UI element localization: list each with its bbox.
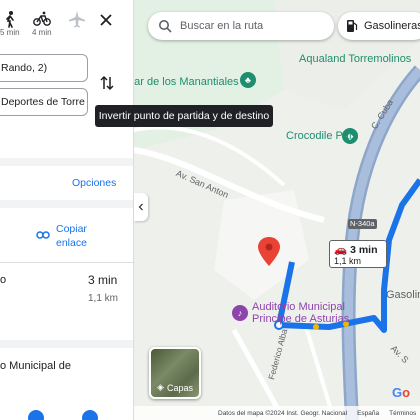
swap-icon[interactable]: [100, 75, 114, 91]
label-auditorio-1[interactable]: Auditorio Municipal: [252, 302, 345, 313]
theater-icon[interactable]: ♪: [232, 305, 248, 321]
action-icon[interactable]: [28, 410, 44, 420]
attribution-country[interactable]: España: [357, 410, 379, 417]
label-aqualand[interactable]: Aqualand Torremolinos: [299, 54, 411, 65]
options-button[interactable]: Opciones: [72, 177, 116, 189]
label-crocodile-park[interactable]: Crocodile Park: [286, 131, 358, 142]
route-summary-label[interactable]: o: [0, 274, 6, 286]
gas-stations-chip[interactable]: Gasolineras: [338, 12, 420, 40]
origin-field[interactable]: Rando, 2): [0, 54, 88, 82]
close-icon[interactable]: [98, 12, 114, 28]
divider: [0, 340, 133, 348]
park-icon[interactable]: ♣: [240, 72, 256, 88]
label-gasolineras[interactable]: Gasolineras: [386, 290, 420, 301]
travel-mode-flight[interactable]: [68, 10, 86, 28]
gas-chip-label: Gasolineras: [364, 20, 420, 32]
collapse-panel-button[interactable]: [134, 193, 148, 221]
route-search-box[interactable]: Buscar en la ruta: [148, 12, 334, 40]
map-attribution: Datos del mapa ©2024 Inst. Geogr. Nacion…: [134, 406, 420, 420]
attribution-terms[interactable]: Términos: [389, 410, 416, 417]
label-auditorio-2[interactable]: Principe de Asturias: [252, 314, 349, 325]
route-distance: 1,1 km: [334, 256, 362, 266]
search-placeholder: Buscar en la ruta: [180, 20, 264, 32]
divider: [0, 158, 133, 166]
travel-mode-bike[interactable]: 4 min: [32, 10, 52, 37]
divider: [0, 200, 133, 208]
copy-link-button[interactable]: Copiar enlace: [36, 222, 98, 250]
route-summary-time[interactable]: 3 min: [88, 273, 117, 287]
walk-icon: [5, 11, 14, 28]
layers-icon: ◈: [157, 382, 164, 392]
travel-mode-walk[interactable]: 5 min: [0, 10, 20, 37]
directions-panel: 5 min 4 min Rando, 2) Deportes de Torre …: [0, 0, 134, 420]
chevron-left-icon: [138, 203, 143, 211]
google-logo: Go: [392, 385, 411, 400]
swap-tooltip: Invertir punto de partida y de destino: [95, 105, 273, 127]
label-manantiales[interactable]: nar de los Manantiales: [134, 77, 239, 88]
copy-link-label: Copiar enlace: [56, 223, 87, 250]
divider: [0, 262, 133, 263]
action-icons-row: [0, 410, 133, 420]
search-icon: [159, 20, 172, 33]
plane-icon: [69, 11, 85, 28]
route-info-box[interactable]: 🚗 3 min 1,1 km: [329, 240, 387, 268]
gas-station-icon: [347, 20, 358, 32]
attribution-text: Datos del mapa ©2024 Inst. Geogr. Nacion…: [218, 409, 348, 417]
destination-field[interactable]: Deportes de Torre: [0, 88, 88, 116]
route-time: 3 min: [350, 243, 378, 256]
action-icon[interactable]: [82, 410, 98, 420]
link-icon: [36, 231, 50, 239]
route-summary-distance: 1,1 km: [88, 293, 119, 304]
road-badge-n340a: N-340a: [348, 219, 377, 229]
layers-button[interactable]: ◈ Capas: [149, 347, 201, 399]
map-view[interactable]: ♣ ◆ ♪ Aqualand Torremolinos nar de los M…: [134, 0, 420, 420]
bike-icon: [32, 11, 51, 26]
car-icon: 🚗: [334, 244, 348, 256]
destination-title: o Municipal de: [0, 360, 71, 372]
